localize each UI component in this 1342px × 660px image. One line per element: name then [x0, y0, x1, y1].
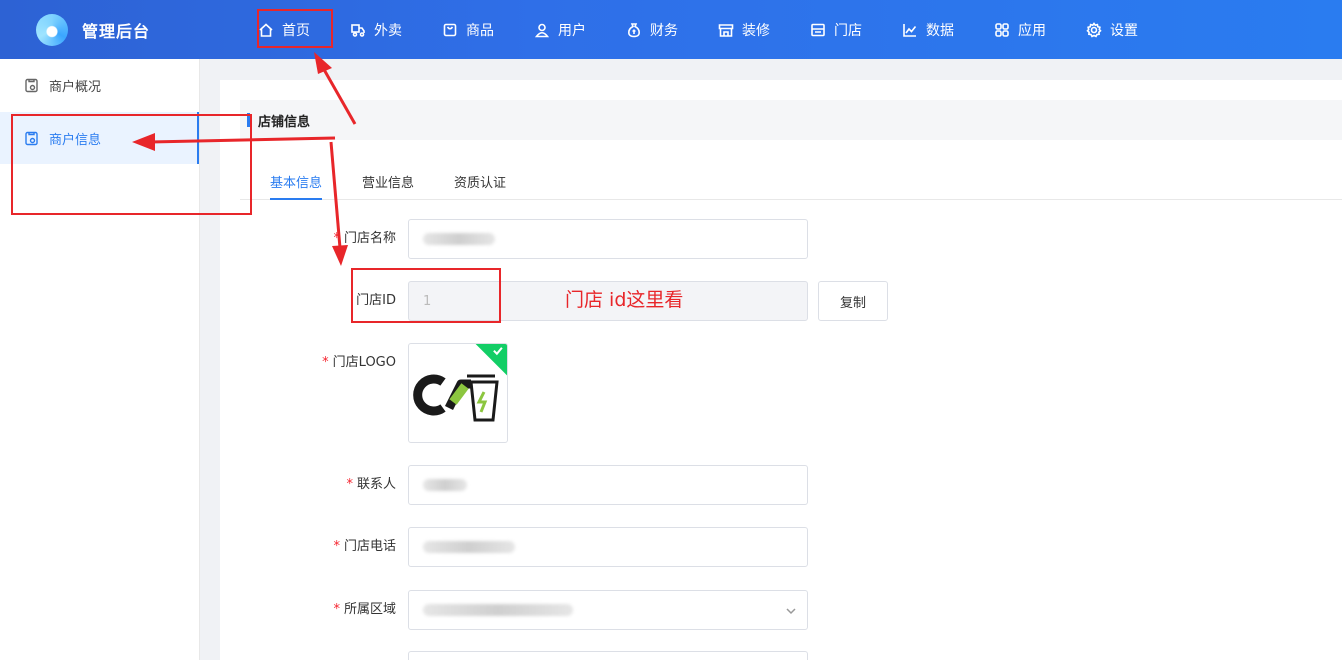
delivery-icon	[350, 22, 366, 38]
redacted-text	[423, 604, 573, 616]
form-row-contact: * 联系人	[220, 465, 808, 505]
gear-icon	[1086, 21, 1102, 38]
chevron-down-icon	[785, 605, 796, 615]
top-navbar: 管理后台 首页 外卖 商品 用户 财务 装修 门店 数据 应用 设置	[0, 0, 1342, 59]
store-icon	[810, 22, 826, 38]
nav-item-label: 装修	[742, 22, 770, 39]
nav-item-users[interactable]: 用户	[534, 0, 586, 59]
nav-item-data[interactable]: 数据	[902, 0, 954, 59]
field-label: * 门店电话	[333, 539, 396, 554]
bag-icon	[442, 22, 458, 38]
form-row-store-logo: * 门店LOGO	[220, 343, 508, 443]
phone-input[interactable]	[408, 527, 808, 567]
nav-item-label: 数据	[926, 22, 954, 39]
grid-icon	[994, 22, 1010, 38]
copy-button[interactable]: 复制	[818, 281, 888, 321]
sidebar-item-merchant-overview[interactable]: 商户概况	[0, 59, 199, 111]
nav-item-delivery[interactable]: 外卖	[350, 0, 402, 59]
nav-item-label: 商品	[466, 22, 494, 39]
nav-item-label: 应用	[1018, 22, 1046, 39]
user-icon	[534, 22, 550, 38]
document-icon	[25, 78, 38, 92]
redacted-text	[423, 479, 467, 491]
field-label: * 所属区域	[333, 602, 396, 617]
tab-basic-info[interactable]: 基本信息	[270, 160, 323, 200]
nav-item-label: 外卖	[374, 22, 402, 39]
nav-item-finance[interactable]: 财务	[626, 0, 678, 59]
annotation-box-store-id	[351, 268, 501, 323]
main-nav: 首页 外卖 商品 用户 财务 装修 门店 数据 应用 设置	[258, 0, 1178, 59]
tab-business-info[interactable]: 营业信息	[362, 160, 414, 200]
form-row-partial	[220, 651, 808, 660]
store-name-input[interactable]	[408, 219, 808, 259]
region-select[interactable]	[408, 590, 808, 630]
nav-item-label: 财务	[650, 22, 678, 39]
tab-qualification[interactable]: 资质认证	[454, 160, 506, 200]
tab-bar: 基本信息 营业信息 资质认证	[240, 160, 1342, 200]
form-row-phone: * 门店电话	[220, 527, 808, 567]
field-label: * 门店LOGO	[322, 355, 396, 370]
line-chart-icon	[902, 22, 918, 38]
money-bag-icon	[626, 22, 642, 38]
app-title: 管理后台	[82, 21, 151, 41]
annotation-box-merchant-info	[11, 114, 252, 215]
main-content: 店铺信息 基本信息 营业信息 资质认证 * 门店名称 门店ID 1 复制 * 门店L…	[220, 80, 1342, 660]
redacted-text	[423, 541, 515, 553]
nav-item-label: 设置	[1110, 22, 1138, 39]
nav-item-label: 用户	[558, 22, 586, 39]
sidebar-item-label: 商户概况	[49, 79, 102, 95]
field-label: * 联系人	[346, 477, 396, 492]
nav-item-apps[interactable]: 应用	[994, 0, 1046, 59]
contact-input[interactable]	[408, 465, 808, 505]
app-logo-icon	[36, 13, 68, 46]
brand[interactable]: 管理后台	[0, 0, 200, 59]
section-title: 店铺信息	[258, 114, 311, 130]
nav-item-products[interactable]: 商品	[442, 0, 494, 59]
annotation-box-home	[257, 9, 333, 48]
form-row-region: * 所属区域	[220, 590, 808, 630]
nav-item-stores[interactable]: 门店	[810, 0, 862, 59]
field-label: * 门店名称	[333, 231, 396, 246]
check-icon	[493, 347, 503, 356]
form-row-store-name: * 门店名称	[220, 219, 808, 259]
annotation-text: 门店 id这里看	[565, 289, 684, 311]
redacted-text	[423, 233, 495, 245]
nav-item-label: 门店	[834, 22, 862, 39]
section-header: 店铺信息	[240, 100, 1342, 140]
storefront-icon	[718, 22, 734, 38]
store-logo-upload[interactable]	[408, 343, 508, 443]
form-row-store-id: 门店ID 1 复制	[220, 281, 888, 321]
partial-input[interactable]	[408, 651, 808, 660]
nav-item-decoration[interactable]: 装修	[718, 0, 770, 59]
nav-item-settings[interactable]: 设置	[1086, 0, 1138, 59]
